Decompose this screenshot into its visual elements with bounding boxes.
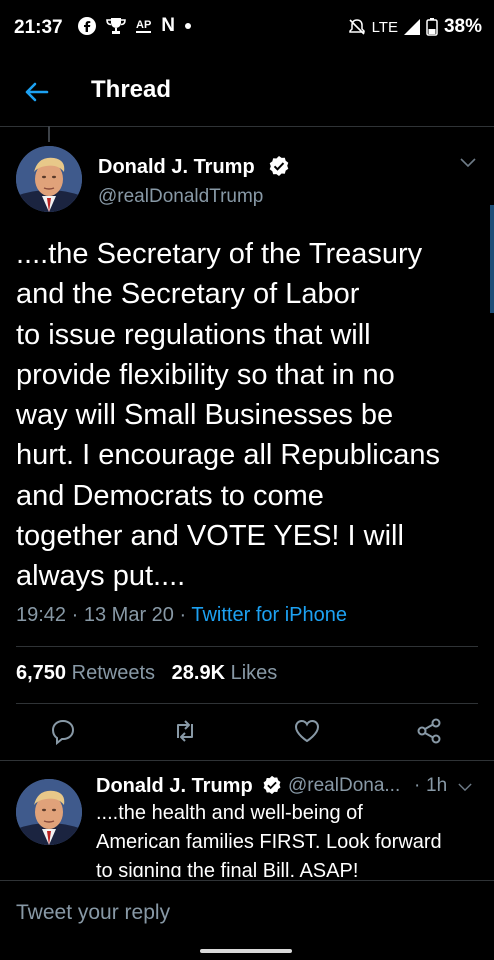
battery-percent: 38%	[443, 16, 482, 37]
likes-count: 28.9K	[171, 662, 226, 684]
retweets-label: Retweets	[71, 662, 155, 684]
avatar[interactable]	[16, 779, 82, 845]
reply-author-name[interactable]: Donald J. Trump	[96, 775, 253, 798]
mute-icon	[348, 18, 366, 36]
share-icon[interactable]	[414, 716, 448, 750]
author-handle[interactable]: @realDonaldTrump	[98, 186, 263, 208]
status-left-icons: AP N	[78, 15, 192, 37]
thread-connector	[48, 126, 50, 142]
reply-icon[interactable]	[48, 716, 82, 750]
tweet-stats: 6,750 Retweets 28.9K Likes	[16, 662, 277, 685]
netflix-icon: N	[161, 15, 176, 36]
reply-text-line: ....the health and well-being of	[96, 802, 363, 824]
tweet-text-line: provide flexibility so that in no	[16, 358, 395, 391]
tweet-text-line: hurt. I encourage all Republicans	[16, 439, 440, 472]
scrollbar[interactable]	[490, 205, 494, 313]
tweet-text-line: and Democrats to come	[16, 479, 324, 512]
ap-icon: AP	[136, 19, 152, 33]
divider	[16, 703, 478, 704]
reply-tweet[interactable]: Donald J. Trump @realDona... · 1h ....th…	[0, 760, 494, 877]
tweet-text-line: to issue regulations that will	[16, 318, 371, 351]
tweet-source-link[interactable]: Twitter for iPhone	[191, 604, 347, 626]
divider	[16, 646, 478, 647]
tweet-actions	[0, 716, 494, 750]
page-title: Thread	[91, 76, 172, 103]
tweet-text: ....the Secretary of the Treasury and th…	[16, 234, 484, 597]
tweet-date: 13 Mar 20	[83, 604, 174, 626]
meta-separator: ·	[414, 775, 421, 796]
tweet-text-line: and the Secretary of Labor	[16, 278, 360, 311]
reply-text: ....the health and well-being of America…	[96, 799, 476, 877]
reply-compose-bar	[0, 880, 494, 941]
facebook-icon	[78, 17, 96, 35]
tweet-meta: 19:42 · 13 Mar 20 · Twitter for iPhone	[16, 604, 347, 627]
avatar[interactable]	[16, 146, 82, 212]
lte-signal-icon	[403, 19, 420, 35]
tweet-text-line: always put....	[16, 560, 186, 593]
tweet-time: 19:42	[16, 604, 67, 626]
retweets-stat[interactable]: 6,750 Retweets	[16, 662, 155, 684]
retweets-count: 6,750	[16, 662, 67, 684]
meta-separator: ·	[71, 604, 79, 626]
reply-time: 1h	[426, 775, 448, 796]
like-heart-icon[interactable]	[292, 716, 326, 750]
reply-text-line: American families FIRST. Look forward	[96, 831, 442, 853]
status-time: 21:37	[14, 17, 63, 38]
lte-label: LTE	[371, 18, 398, 36]
verified-badge-icon	[268, 155, 290, 177]
arrow-left-icon[interactable]	[22, 78, 50, 106]
meta-separator: ·	[179, 604, 187, 626]
app-header: Thread	[0, 56, 494, 127]
reply-text-line: to signing the final Bill, ASAP!	[96, 860, 359, 877]
tweet-text-line: ....the Secretary of the Treasury	[16, 238, 423, 270]
tweet-text-line: together and VOTE YES! I will	[16, 520, 404, 553]
home-indicator[interactable]	[200, 949, 292, 953]
battery-icon	[426, 18, 438, 36]
trophy-icon	[106, 17, 126, 35]
reply-handle[interactable]: @realDona...	[288, 775, 400, 797]
chevron-down-icon[interactable]	[460, 158, 476, 168]
author-name[interactable]: Donald J. Trump	[98, 156, 255, 179]
reply-input[interactable]	[16, 899, 476, 927]
status-right-icons: LTE 38%	[348, 16, 482, 38]
tweet-text-line: way will Small Businesses be	[16, 399, 394, 432]
chevron-down-icon[interactable]	[458, 783, 472, 792]
dot-icon	[185, 23, 192, 29]
likes-label: Likes	[230, 662, 278, 684]
likes-stat[interactable]: 28.9K Likes	[172, 662, 278, 684]
retweet-icon[interactable]	[170, 716, 204, 750]
verified-badge-icon	[262, 775, 282, 795]
status-bar: 21:37 AP N LTE 38%	[0, 0, 494, 56]
